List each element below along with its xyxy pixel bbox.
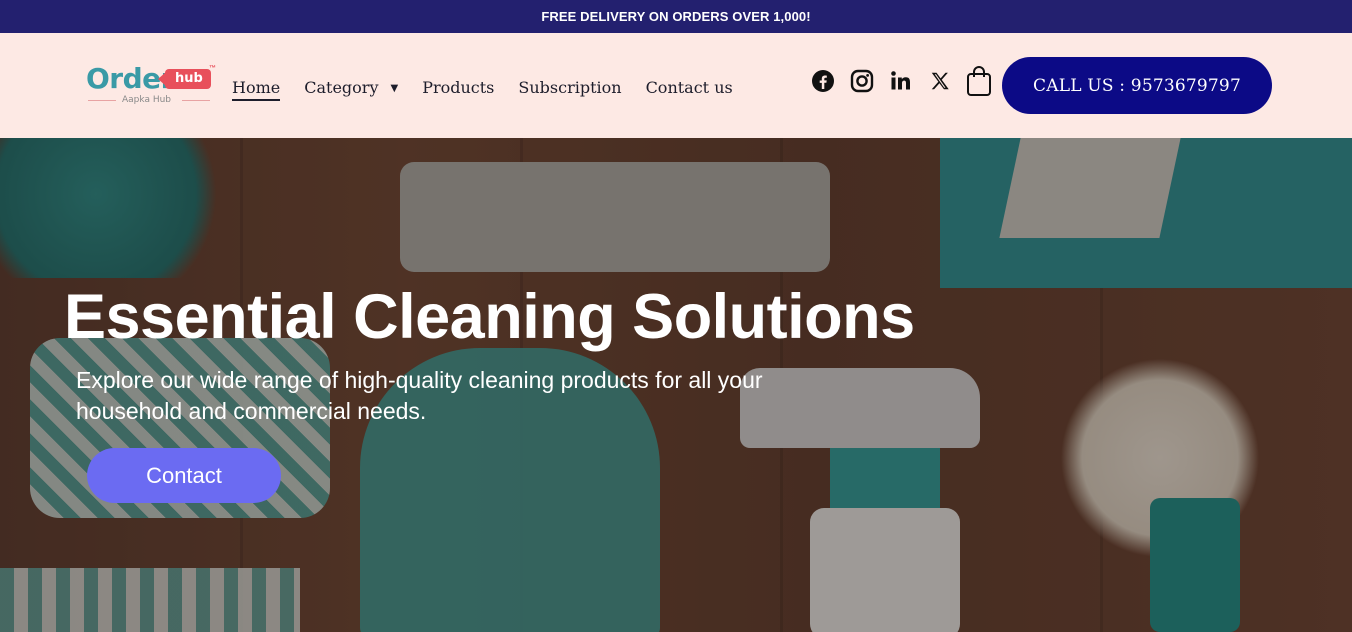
nav-item-contact[interactable]: Contact us bbox=[646, 78, 733, 97]
nav-item-label: Category bbox=[304, 77, 379, 97]
site-header: Order hub ™ Aapka Hub Home Category ▼ Pro… bbox=[0, 33, 1352, 138]
header-icons bbox=[810, 66, 1005, 96]
hero-contact-button[interactable]: Contact bbox=[87, 448, 281, 503]
call-us-button[interactable]: CALL US : 9573679797 bbox=[1002, 57, 1272, 114]
logo-tagline: Aapka Hub bbox=[122, 95, 171, 105]
announcement-text: FREE DELIVERY ON ORDERS OVER 1,000! bbox=[541, 9, 811, 24]
logo-divider bbox=[182, 100, 210, 101]
caret-down-icon: ▼ bbox=[390, 82, 399, 94]
instagram-icon[interactable] bbox=[849, 68, 875, 94]
facebook-icon[interactable] bbox=[810, 68, 836, 94]
logo-badge: hub bbox=[158, 69, 211, 89]
nav-item-subscription[interactable]: Subscription bbox=[518, 78, 621, 97]
logo[interactable]: Order hub ™ Aapka Hub bbox=[86, 63, 218, 109]
hero-subtitle: Explore our wide range of high-quality c… bbox=[76, 367, 763, 424]
announcement-bar: FREE DELIVERY ON ORDERS OVER 1,000! bbox=[0, 0, 1352, 33]
logo-divider bbox=[88, 100, 116, 101]
hero-banner: Essential Cleaning Solutions Explore our… bbox=[0, 138, 1352, 632]
nav-item-category[interactable]: Category ▼ bbox=[304, 78, 398, 97]
x-icon[interactable] bbox=[927, 68, 953, 94]
linkedin-icon[interactable] bbox=[888, 68, 914, 94]
nav-item-home[interactable]: Home bbox=[232, 78, 281, 101]
logo-trademark: ™ bbox=[209, 65, 216, 72]
main-nav: Home Category ▼ Products Subscription Con… bbox=[232, 75, 757, 101]
shopping-bag-icon[interactable] bbox=[966, 66, 992, 96]
hero-title: Essential Cleaning Solutions bbox=[64, 282, 915, 352]
nav-item-products[interactable]: Products bbox=[422, 78, 494, 97]
